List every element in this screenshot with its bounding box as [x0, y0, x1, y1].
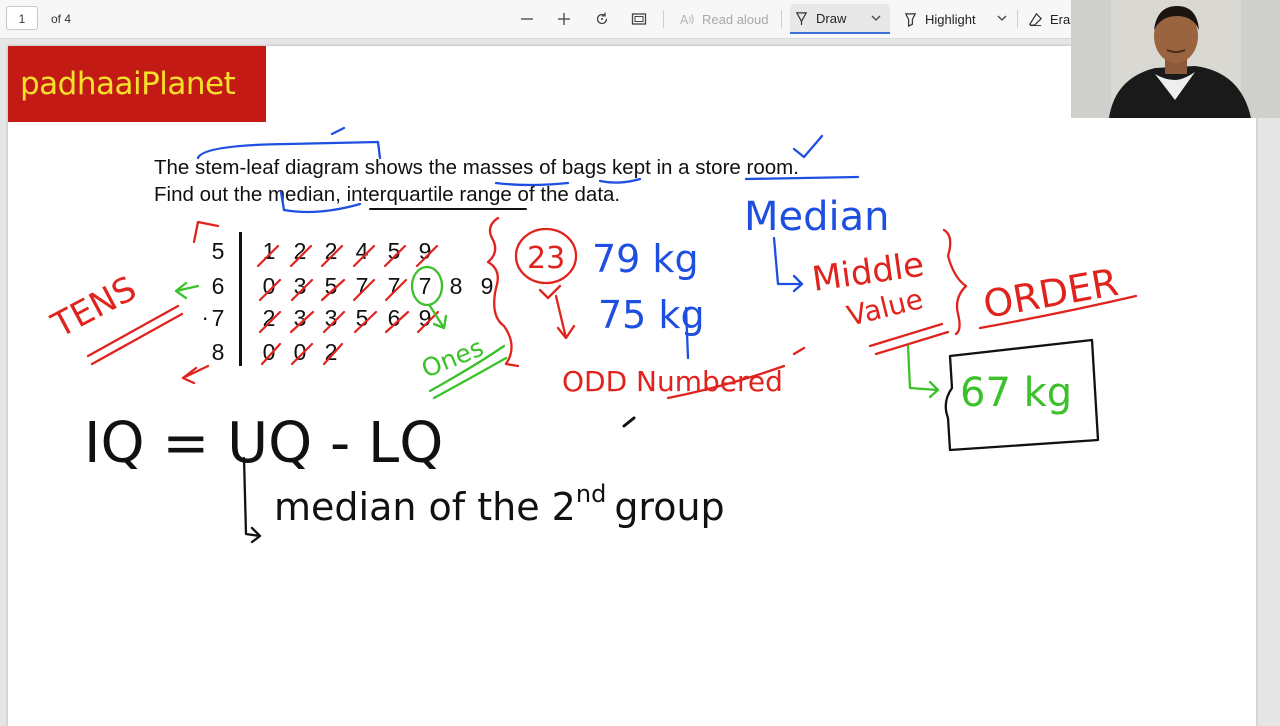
answer-arrow — [906, 344, 940, 399]
count-annotation: 23 — [527, 241, 565, 276]
presenter-video — [1071, 0, 1280, 118]
ink-dot — [622, 416, 636, 428]
iq-formula: IQ = UQ - LQ — [84, 411, 443, 476]
fit-page-icon[interactable] — [627, 7, 651, 31]
read-aloud-label: Read aloud — [702, 11, 769, 27]
kg2-annotation: 75 kg — [598, 293, 705, 337]
read-aloud-icon: A — [680, 13, 694, 27]
ones-annotation: Ones — [417, 333, 487, 384]
green-ink-marks — [174, 265, 508, 400]
toolbar-separator — [781, 10, 782, 28]
median-title: Median — [744, 194, 890, 240]
draw-icon — [795, 11, 808, 25]
page-total-label: of 4 — [51, 12, 72, 26]
order-annotation: ORDER — [980, 260, 1122, 327]
highlight-icon — [904, 12, 917, 27]
highlight-label: Highlight — [925, 11, 976, 27]
median-arrow — [772, 236, 804, 293]
zoom-out-icon[interactable] — [515, 7, 539, 31]
red-bracket-marks — [181, 216, 576, 385]
odd-annotation: ODD Numbered — [562, 365, 783, 398]
toolbar-separator — [663, 10, 664, 28]
rotate-icon[interactable] — [590, 7, 614, 31]
red-bracket — [942, 228, 968, 336]
chevron-down-icon[interactable] — [870, 12, 882, 24]
red-strike-marks — [256, 244, 440, 366]
svg-text:A: A — [680, 13, 689, 27]
answer-annotation: 67 kg — [960, 370, 1072, 416]
eraser-icon — [1029, 12, 1042, 26]
webcam-overlay — [1071, 0, 1280, 118]
kg1-annotation: 79 kg — [592, 237, 699, 281]
chevron-down-icon[interactable] — [996, 12, 1008, 24]
page-number-input[interactable]: 1 — [6, 6, 38, 30]
read-aloud-button[interactable]: A Read aloud — [676, 4, 773, 34]
median-2nd-text: median of the 2nd group — [274, 480, 725, 529]
toolbar-separator — [1017, 10, 1018, 28]
pdf-page: padhaaiPlanet The stem-leaf diagram show… — [8, 46, 1256, 726]
ink-layer: TENS Ones 23 79 kg 75 kg ODD Numbered Me… — [45, 126, 1138, 544]
highlight-button[interactable]: Highlight — [899, 4, 980, 34]
zoom-in-icon[interactable] — [552, 7, 576, 31]
draw-label: Draw — [816, 10, 847, 26]
